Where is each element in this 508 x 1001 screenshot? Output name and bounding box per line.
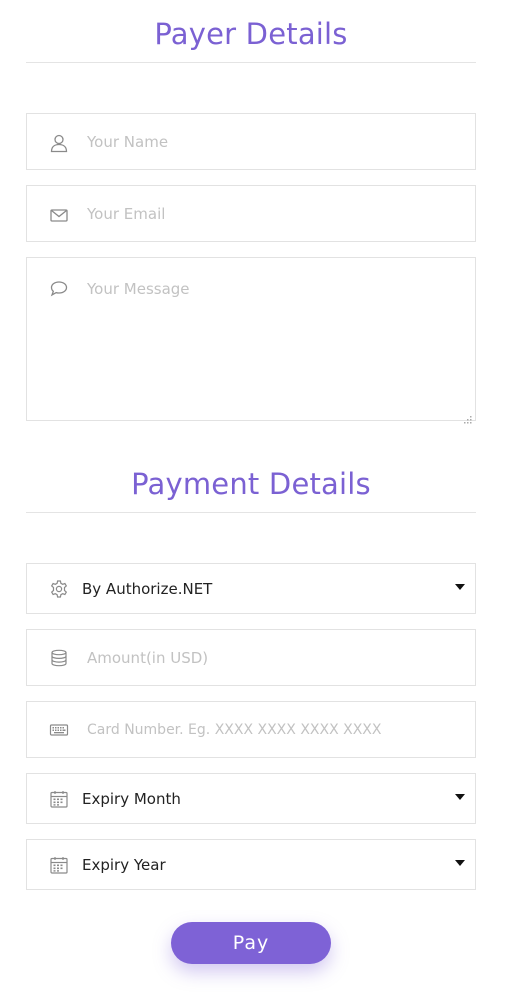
calendar-icon [49,855,69,875]
gear-icon [49,579,69,599]
expiry-month-selected-value: Expiry Month [82,790,181,808]
chevron-down-icon [455,584,465,590]
amount-input[interactable] [87,648,457,668]
pay-button[interactable]: Pay [171,922,331,964]
chevron-down-icon [455,794,465,800]
email-field[interactable] [26,185,476,242]
speech-bubble-icon [49,279,69,299]
payment-title-divider [26,512,476,513]
payer-title-divider [26,62,476,63]
envelope-icon [49,205,69,225]
name-input[interactable] [87,132,457,152]
coin-stack-icon [49,648,69,668]
amount-field[interactable] [26,629,476,686]
user-icon [49,133,69,153]
name-field[interactable] [26,113,476,170]
message-input[interactable] [87,280,457,400]
card-number-input[interactable] [87,720,462,740]
payer-details-title: Payer Details [154,17,348,51]
gateway-select[interactable]: By Authorize.NET [26,563,476,614]
payment-details-title: Payment Details [131,467,371,501]
chevron-down-icon [455,860,465,866]
email-input[interactable] [87,204,457,224]
message-field[interactable] [26,257,476,424]
expiry-month-select[interactable]: Expiry Month [26,773,476,824]
resize-grip-icon[interactable] [464,409,472,424]
expiry-year-select[interactable]: Expiry Year [26,839,476,890]
calendar-icon [49,789,69,809]
keyboard-icon [49,720,69,740]
expiry-year-selected-value: Expiry Year [82,856,166,874]
card-number-field[interactable] [26,701,476,758]
gateway-selected-value: By Authorize.NET [82,580,213,598]
